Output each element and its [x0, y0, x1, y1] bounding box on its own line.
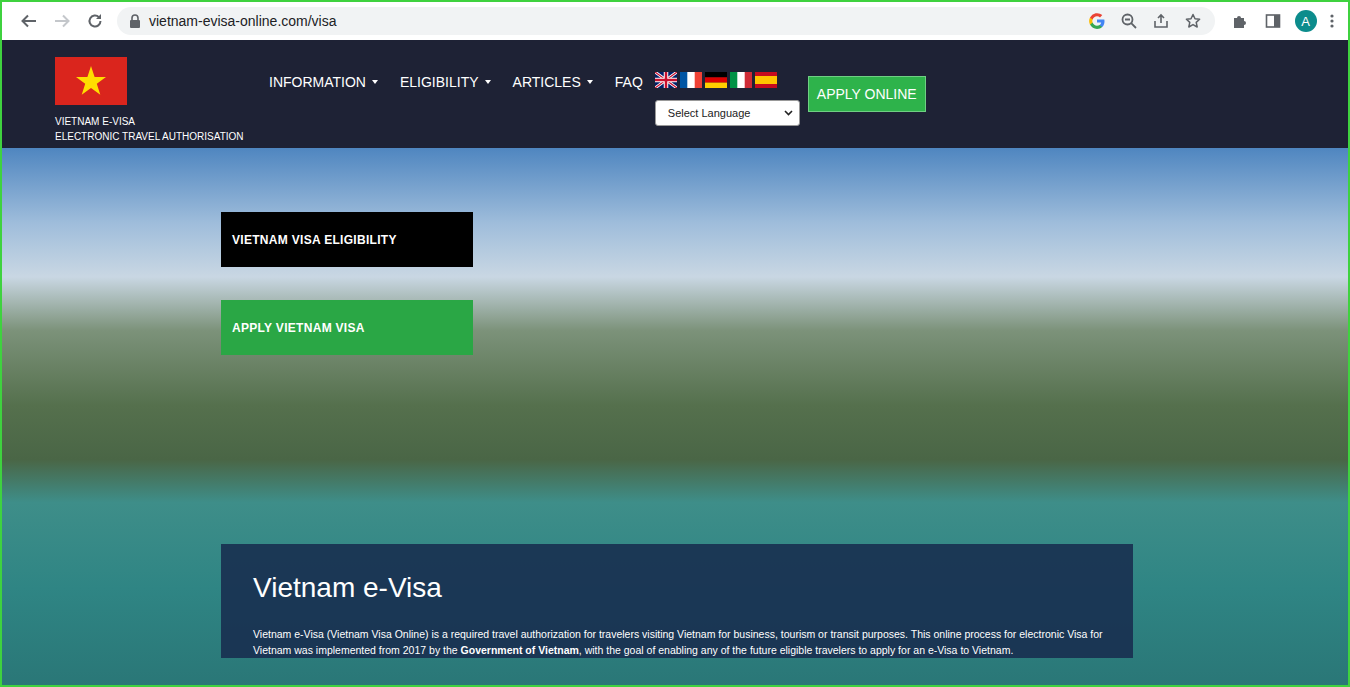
profile-avatar[interactable]: A	[1295, 10, 1317, 32]
nav-label[interactable]: ARTICLES	[513, 74, 581, 90]
bookmark-button[interactable]	[1177, 9, 1209, 33]
vietnam-flag-icon[interactable]	[55, 57, 127, 105]
logo-title[interactable]: VIETNAM E-VISA	[55, 114, 269, 129]
profile-button[interactable]: A	[1289, 6, 1322, 36]
dropdown-caret-icon[interactable]	[485, 80, 491, 84]
nav-label[interactable]: FAQ	[615, 74, 643, 90]
lock-icon[interactable]	[129, 14, 141, 28]
dropdown-caret-icon[interactable]	[372, 80, 378, 84]
france-flag-icon[interactable]	[680, 72, 702, 88]
google-icon[interactable]	[1089, 13, 1105, 29]
reload-icon[interactable]	[86, 12, 104, 30]
spain-flag-icon[interactable]	[755, 72, 777, 88]
url-text[interactable]: vietnam-evisa-online.com/visa	[141, 13, 1081, 29]
info-title: Vietnam e-Visa	[253, 572, 1107, 604]
info-panel: Vietnam e-Visa Vietnam e-Visa (Vietnam Vi…	[221, 544, 1133, 658]
uk-flag-icon[interactable]	[655, 72, 677, 88]
nav-label[interactable]: ELIGIBILITY	[400, 74, 479, 90]
info-paragraph: Vietnam e-Visa (Vietnam Visa Online) is …	[253, 626, 1107, 658]
italy-flag-icon[interactable]	[730, 72, 752, 88]
main-nav: INFORMATION ELIGIBILITY ARTICLES FAQ	[269, 40, 643, 90]
nav-item[interactable]: FAQ	[615, 74, 643, 90]
nav-item[interactable]: ELIGIBILITY	[400, 74, 491, 90]
zoom-out-icon[interactable]	[1121, 13, 1137, 29]
side-panel-icon[interactable]	[1265, 13, 1281, 29]
nav-item[interactable]: ARTICLES	[513, 74, 593, 90]
reload-button[interactable]	[78, 6, 111, 36]
back-arrow-icon[interactable]	[20, 12, 38, 30]
nav-label[interactable]: INFORMATION	[269, 74, 366, 90]
address-bar[interactable]: vietnam-evisa-online.com/visa	[117, 7, 1215, 35]
google-lens-button[interactable]	[1081, 9, 1113, 33]
language-switcher: Select Language	[655, 40, 800, 126]
apply-online-button[interactable]: APPLY ONLINE	[808, 76, 926, 112]
zoom-button[interactable]	[1113, 9, 1145, 33]
share-button[interactable]	[1145, 9, 1177, 33]
share-icon[interactable]	[1153, 13, 1169, 29]
chevron-down-icon[interactable]	[784, 110, 793, 116]
paragraph-segment: , with the goal of enabling any of the f…	[579, 644, 1013, 656]
paragraph-segment: Government of Vietnam	[461, 644, 579, 656]
language-flags	[655, 72, 800, 88]
more-icon[interactable]	[1330, 13, 1334, 29]
logo-subtitle[interactable]: ELECTRONIC TRAVEL AUTHORISATION	[55, 129, 269, 144]
language-select-value[interactable]: Select Language	[668, 107, 751, 119]
star-icon[interactable]	[1185, 13, 1201, 29]
germany-flag-icon[interactable]	[705, 72, 727, 88]
hero-banner: VIETNAM VISA ELIGIBILITY APPLY VIETNAM VI…	[2, 148, 1348, 685]
browser-toolbar: vietnam-evisa-online.com/visa A	[2, 2, 1348, 40]
back-button[interactable]	[12, 6, 45, 36]
puzzle-icon[interactable]	[1232, 13, 1248, 29]
forward-arrow-icon[interactable]	[53, 12, 71, 30]
menu-button[interactable]	[1322, 6, 1342, 36]
hero-button[interactable]: APPLY VIETNAM VISA	[221, 300, 473, 355]
dropdown-caret-icon[interactable]	[587, 80, 593, 84]
site-logo[interactable]: VIETNAM E-VISAELECTRONIC TRAVEL AUTHORIS…	[55, 40, 269, 144]
hero-button[interactable]: VIETNAM VISA ELIGIBILITY	[221, 212, 473, 267]
language-select[interactable]: Select Language	[655, 100, 800, 126]
side-panel-button[interactable]	[1256, 6, 1289, 36]
nav-item[interactable]: INFORMATION	[269, 74, 378, 90]
forward-button[interactable]	[45, 6, 78, 36]
site-header: VIETNAM E-VISAELECTRONIC TRAVEL AUTHORIS…	[2, 40, 1348, 148]
extensions-button[interactable]	[1223, 6, 1256, 36]
